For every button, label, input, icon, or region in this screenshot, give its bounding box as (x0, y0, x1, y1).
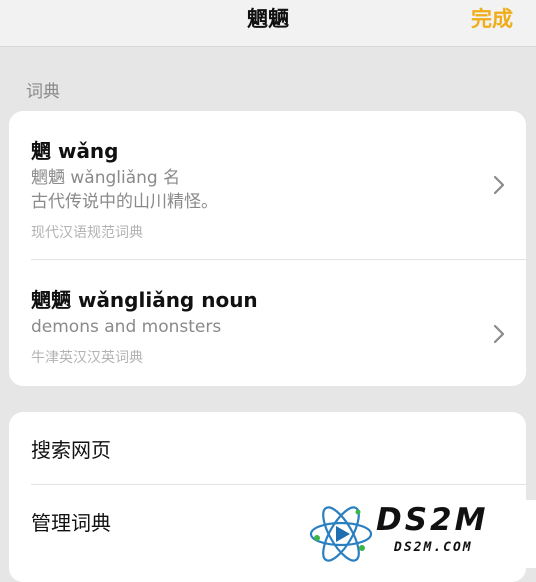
entry-description-line: demons and monsters (31, 317, 222, 337)
dictionary-card: 魍 wǎng 魍魉 wǎngliǎng 名 古代传说中的山川精怪。 现代汉语规范… (9, 111, 526, 386)
entry-headword: 魍魉 wǎngliǎng noun (31, 288, 258, 312)
chevron-right-icon (493, 175, 505, 195)
dictionary-entry-2[interactable]: 魍魉 wǎngliǎng noun demons and monsters 牛津… (9, 260, 526, 386)
navigation-bar: 魍魉 完成 (0, 0, 536, 47)
action-label: 搜索网页 (31, 438, 111, 462)
action-label: 管理词典 (31, 511, 111, 535)
entry-source: 牛津英汉汉英词典 (31, 350, 143, 366)
entry-source: 现代汉语规范词典 (31, 225, 143, 241)
dictionary-entry-1[interactable]: 魍 wǎng 魍魉 wǎngliǎng 名 古代传说中的山川精怪。 现代汉语规范… (9, 111, 526, 259)
watermark: DS2M DS2M.COM (298, 500, 536, 568)
chevron-right-icon (493, 324, 505, 344)
watermark-brand: DS2M (376, 502, 489, 538)
page-title: 魍魉 (247, 7, 289, 31)
section-label-dictionary: 词典 (26, 82, 60, 102)
entry-headword: 魍 wǎng (31, 139, 119, 163)
watermark-domain: DS2M.COM (394, 540, 473, 555)
done-button[interactable]: 完成 (471, 3, 513, 33)
entry-description-line: 魍魉 wǎngliǎng 名 (31, 168, 181, 188)
search-web-button[interactable]: 搜索网页 (9, 412, 526, 484)
atom-logo-icon (309, 506, 373, 562)
entry-description-line: 古代传说中的山川精怪。 (31, 192, 218, 212)
